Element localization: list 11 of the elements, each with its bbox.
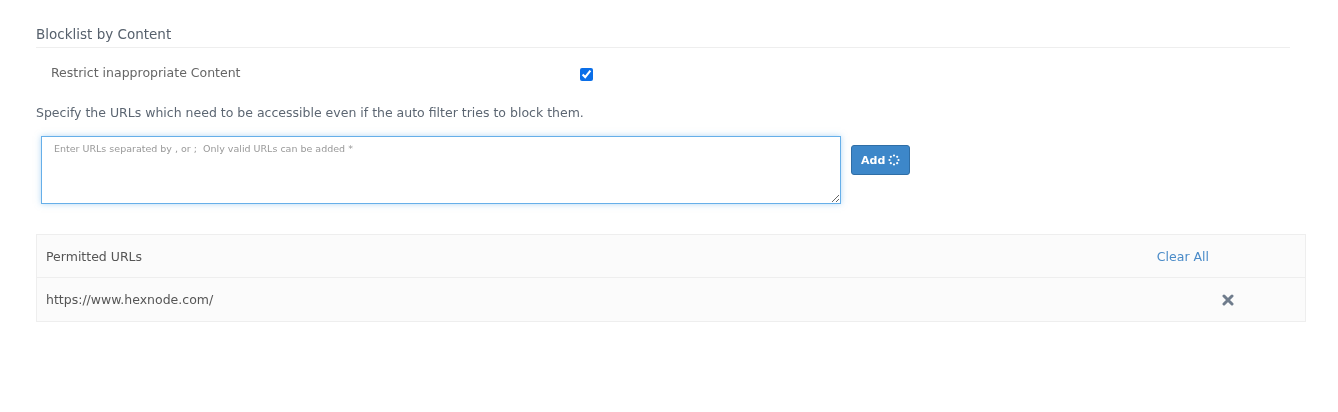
- add-button[interactable]: Add: [851, 145, 911, 175]
- description-text: Specify the URLs which need to be accessible even if the auto filter tries to block them.: [36, 105, 585, 120]
- remove-icon[interactable]: [1222, 293, 1234, 306]
- restrict-checkbox[interactable]: [580, 68, 593, 81]
- clear-all-link[interactable]: Clear All: [1156, 248, 1209, 264]
- restrict-label: Restrict inappropriate Content: [51, 65, 242, 80]
- url-cell: https://www.hexnode.com/: [46, 292, 214, 307]
- section-title: Blocklist by Content: [36, 26, 172, 42]
- column-heading: Permitted URLs: [46, 248, 143, 264]
- url-input-field[interactable]: Enter URLs separated by , or ; Only valid URLs can be added *: [41, 136, 841, 204]
- spinner-icon: [888, 154, 901, 166]
